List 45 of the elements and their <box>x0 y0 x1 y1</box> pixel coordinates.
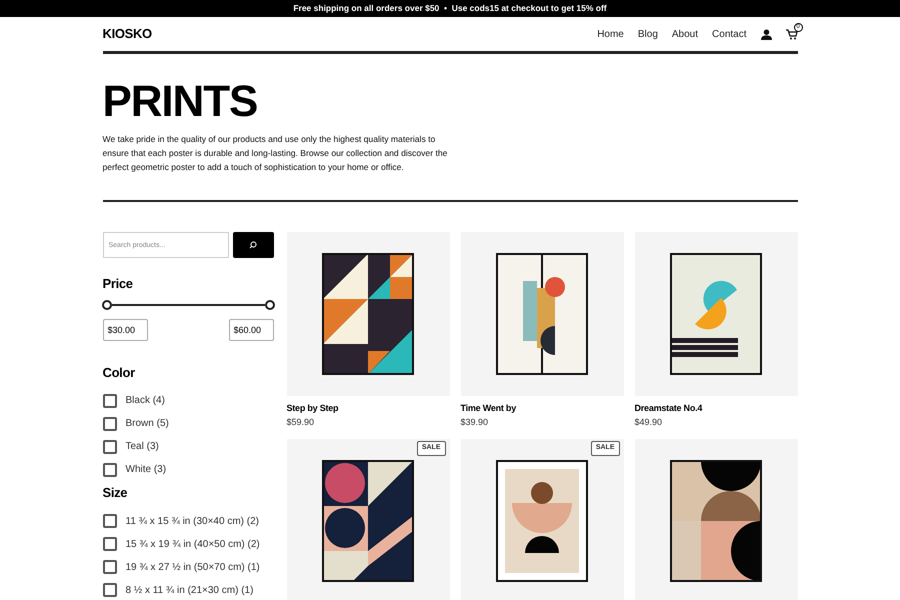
page-title: PRINTS <box>102 80 258 124</box>
filter-option-label: Black (4) <box>126 394 165 408</box>
checkbox[interactable] <box>102 583 116 597</box>
slider-thumb[interactable] <box>264 300 274 310</box>
account-icon[interactable] <box>760 28 772 40</box>
filter-option-label: 8 ½ x 11 ¾ in (21×30 cm) (1) <box>126 584 254 598</box>
filter-heading: Size <box>102 484 128 502</box>
product-price: $39.90 <box>460 416 490 428</box>
filter-option-label: 19 ¾ x 27 ½ in (50×70 cm) (1) <box>126 560 260 574</box>
product-name[interactable]: Step by Step <box>286 402 450 416</box>
cart-icon[interactable] <box>786 28 798 40</box>
product-name[interactable]: Time Went by <box>460 402 624 416</box>
intro-paragraph: We take pride in the quality of our products and use only the highest quality materials to ensure that each poster is durable and long-lasting. Browse our collection and discover the perfect geometric poster to add a touch of sophistication to your home or office. <box>102 133 448 174</box>
logo[interactable]: KIOSKO <box>102 24 152 44</box>
search-icon <box>249 241 257 249</box>
filter-option-label: Teal (3) <box>126 440 159 454</box>
checkbox[interactable] <box>102 462 116 476</box>
product-price: $49.90 <box>634 416 664 428</box>
filter-option-label: Brown (5) <box>126 417 169 431</box>
nav-link[interactable]: Home <box>597 26 624 42</box>
checkbox[interactable] <box>102 394 116 408</box>
checkbox[interactable] <box>102 440 116 454</box>
filter-option-label: 11 ¾ x 15 ¾ in (30×40 cm) (2) <box>126 514 259 528</box>
nav-link[interactable]: Contact <box>712 26 746 42</box>
checkbox[interactable] <box>102 560 116 574</box>
product-price: $59.90 <box>286 416 316 428</box>
filter-heading: Price <box>102 275 134 293</box>
filter-option-label: White (3) <box>126 463 166 477</box>
filter-option-label: 15 ¾ x 19 ¾ in (40×50 cm) (2) <box>126 538 260 552</box>
max-price-field[interactable]: $60.00 <box>228 318 274 340</box>
product-name[interactable]: Dreamstate No.4 <box>634 402 798 416</box>
checkbox[interactable] <box>102 537 116 551</box>
filter-heading: Color <box>102 364 136 382</box>
product-card[interactable] <box>634 232 798 396</box>
min-price-field[interactable]: $30.00 <box>102 318 148 340</box>
announcement-bar: Free shipping on all orders over $50 • Use cods15 at checkout to get 15% off <box>0 0 900 17</box>
nav-link[interactable]: Blog <box>638 26 658 42</box>
search-button[interactable] <box>232 232 274 258</box>
product-card[interactable] <box>286 232 450 396</box>
checkbox[interactable] <box>102 514 116 528</box>
product-card[interactable] <box>460 232 624 396</box>
product-card[interactable] <box>634 439 798 600</box>
checkbox[interactable] <box>102 416 116 430</box>
slider-thumb[interactable] <box>102 300 112 310</box>
nav-link[interactable]: About <box>672 26 698 42</box>
